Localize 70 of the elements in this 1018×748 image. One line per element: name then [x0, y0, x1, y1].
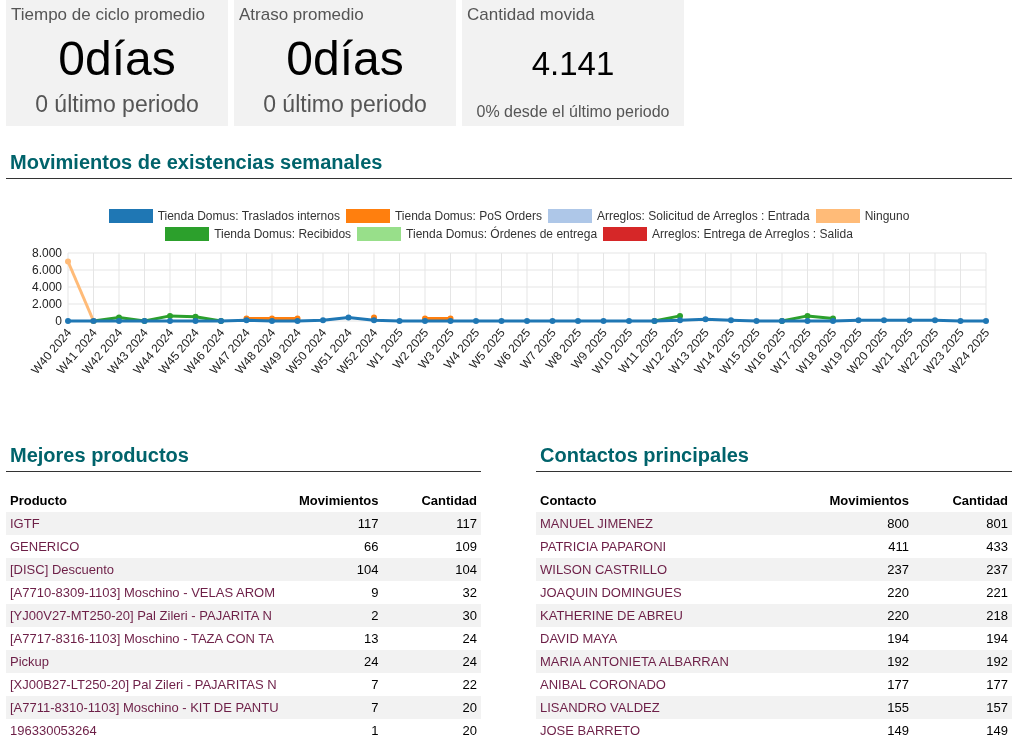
kpi-title: Atraso promedio — [239, 4, 365, 26]
table-cell: 411 — [814, 535, 913, 558]
table-cell: 13 — [284, 627, 383, 650]
table-cell: 9 — [284, 581, 383, 604]
table-cell: 157 — [913, 696, 1012, 719]
table-cell: 2 — [284, 604, 383, 627]
table-cell: 20 — [382, 696, 481, 719]
kpi-value: 0días — [57, 31, 177, 87]
table-cell: 800 — [814, 512, 913, 535]
table-cell: 237 — [913, 558, 1012, 581]
section-title: Contactos principales — [536, 443, 1012, 472]
table-cell: 801 — [913, 512, 1012, 535]
y-tick-label: 4.000 — [31, 280, 62, 294]
table-cell: 24 — [284, 650, 383, 673]
legend-label: Tienda Domus: Órdenes de entrega — [406, 227, 598, 241]
table-cell: 194 — [913, 627, 1012, 650]
table-cell: 104 — [284, 558, 383, 581]
table-cell: 66 — [284, 535, 383, 558]
column-header: Cantidad — [913, 490, 1012, 512]
table-cell: 7 — [284, 673, 383, 696]
table-cell: 221 — [913, 581, 1012, 604]
table-cell: 177 — [814, 673, 913, 696]
legend-label: Arreglos: Solicitud de Arreglos : Entrada — [596, 209, 810, 223]
table-cell: 24 — [382, 627, 481, 650]
legend-label: Tienda Domus: Traslados internos — [157, 209, 340, 223]
y-tick-label: 6.000 — [31, 263, 62, 277]
y-tick-label: 2.000 — [31, 297, 62, 311]
table-cell: 194 — [814, 627, 913, 650]
kpi-subtitle: 0 último periodo — [34, 90, 200, 118]
kpi-value: 4.141 — [530, 44, 616, 84]
column-header: Movimientos — [814, 490, 913, 512]
table-cell: 104 — [382, 558, 481, 581]
table-cell: 218 — [913, 604, 1012, 627]
legend-label: Tienda Domus: PoS Orders — [394, 209, 542, 223]
legend-label: Tienda Domus: Recibidos — [214, 227, 352, 241]
legend-label: Ninguno — [864, 209, 910, 223]
column-header: Contacto — [536, 490, 814, 512]
table-cell: 32 — [382, 581, 481, 604]
table-cell: 20 — [382, 719, 481, 742]
column-header: Cantidad — [382, 490, 481, 512]
table-cell: 192 — [814, 650, 913, 673]
kpi-title: Tiempo de ciclo promedio — [11, 4, 206, 26]
table-cell: 24 — [382, 650, 481, 673]
table-cell: 155 — [814, 696, 913, 719]
table-cell: 117 — [382, 512, 481, 535]
column-header: Producto — [6, 490, 284, 512]
kpi-subtitle: 0% desde el último periodo — [475, 102, 671, 122]
y-tick-label: 8.000 — [31, 246, 62, 260]
table-cell: 7 — [284, 696, 383, 719]
table-cell: 22 — [382, 673, 481, 696]
table-cell: 109 — [382, 535, 481, 558]
kpi-title: Cantidad movida — [467, 4, 596, 26]
table-cell: 433 — [913, 535, 1012, 558]
kpi-subtitle: 0 último periodo — [262, 90, 428, 118]
table-cell: 220 — [814, 604, 913, 627]
table-cell: 1 — [284, 719, 383, 742]
section-title: Mejores productos — [6, 443, 481, 472]
kpi-value: 0días — [285, 31, 405, 87]
table-cell: 149 — [814, 719, 913, 742]
table-cell: 149 — [913, 719, 1012, 742]
section-title: Movimientos de existencias semanales — [6, 150, 1012, 179]
table-cell: 30 — [382, 604, 481, 627]
column-header: Movimientos — [284, 490, 383, 512]
table-cell: 117 — [284, 512, 383, 535]
legend-label: Arreglos: Entrega de Arreglos : Salida — [652, 227, 853, 241]
table-cell: 220 — [814, 581, 913, 604]
table-cell: 177 — [913, 673, 1012, 696]
table-cell: 237 — [814, 558, 913, 581]
y-tick-label: 0 — [55, 314, 62, 328]
table-cell: 192 — [913, 650, 1012, 673]
